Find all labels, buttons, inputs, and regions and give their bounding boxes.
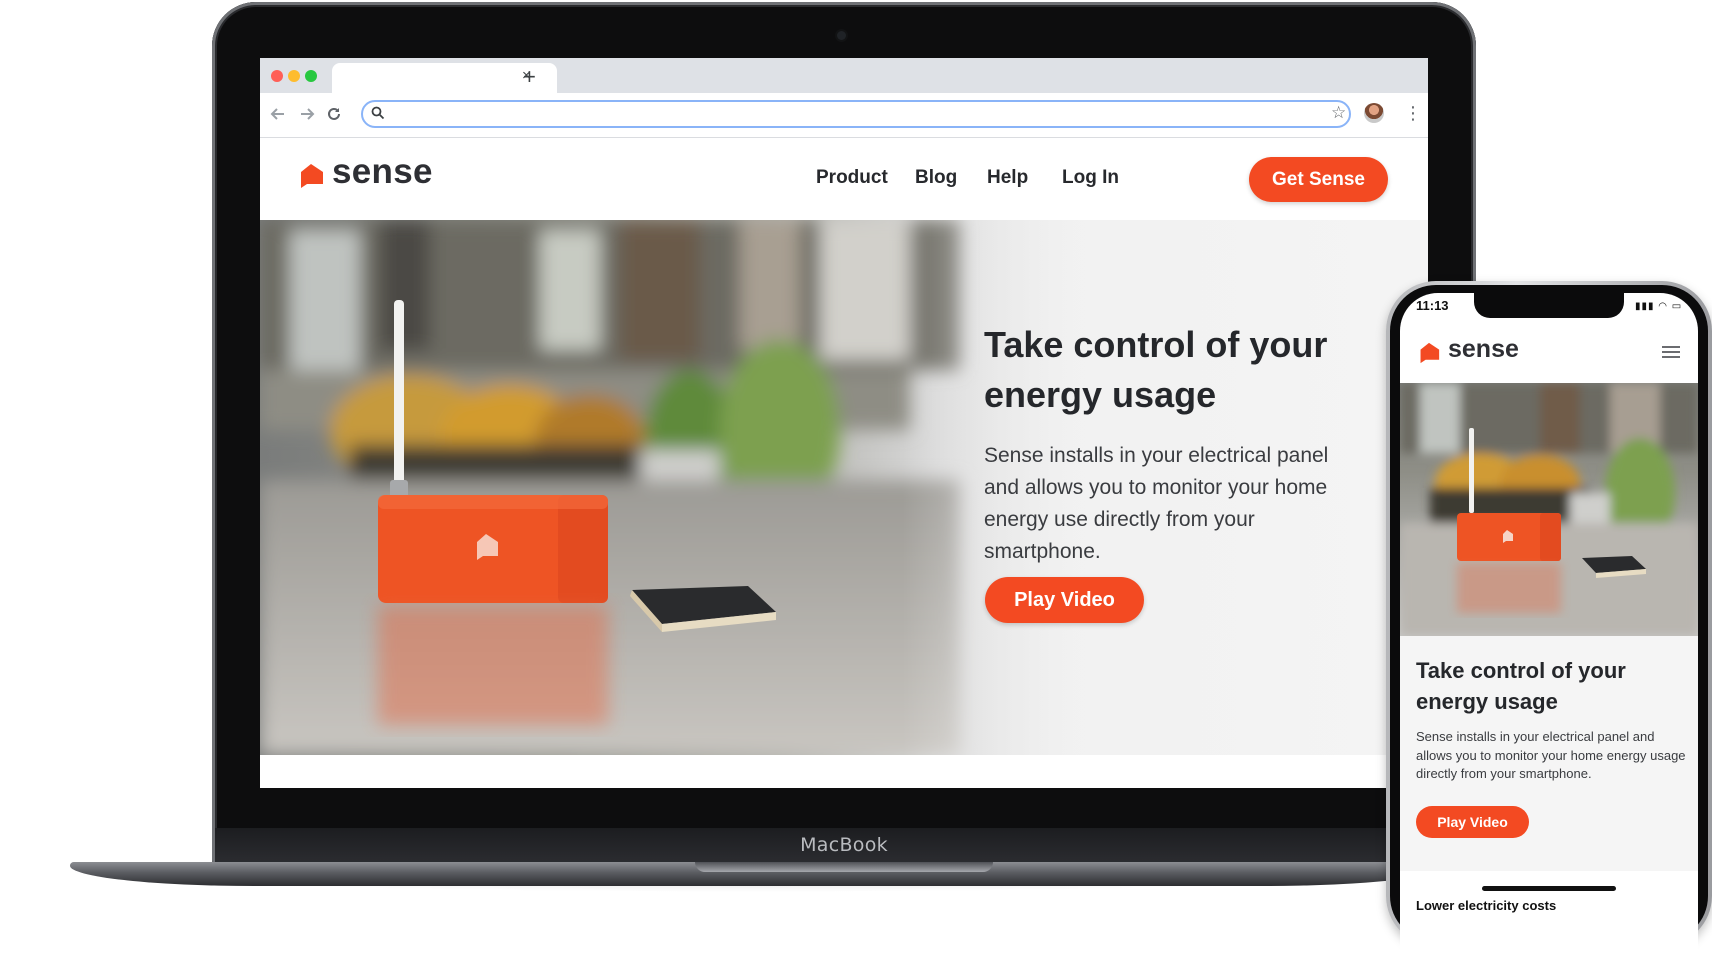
nav-help[interactable]: Help: [987, 167, 1028, 189]
nav-login[interactable]: Log In: [1062, 167, 1119, 189]
sense-logo-icon[interactable]: [1418, 342, 1440, 369]
address-bar[interactable]: ☆: [361, 100, 1351, 128]
phone-clock: 11:13: [1416, 298, 1449, 313]
phone-hero-content: Take control of your energy usage Sense …: [1400, 636, 1698, 871]
site-logo[interactable]: sense: [332, 152, 433, 192]
forward-icon[interactable]: [297, 104, 317, 124]
phone-play-video-button[interactable]: Play Video: [1416, 806, 1529, 838]
hero-title: Take control of your energy usage: [984, 324, 1328, 415]
hamburger-menu-icon[interactable]: [1662, 346, 1680, 358]
phone-hero-title: Take control of your energy usage: [1416, 658, 1626, 714]
home-indicator[interactable]: [1482, 886, 1616, 891]
profile-avatar[interactable]: [1364, 103, 1384, 123]
minimize-window-icon[interactable]: [288, 70, 300, 82]
sense-logo-icon[interactable]: [298, 163, 324, 194]
site-header: sense Product Blog Help Log In Get Sense: [260, 138, 1428, 219]
laptop-lid-notch: [695, 862, 993, 872]
phone-next-section: Lower electricity costs: [1400, 871, 1698, 931]
hero-subtitle: Sense installs in your electrical panel …: [984, 444, 1329, 563]
star-icon[interactable]: ☆: [1331, 103, 1346, 123]
hero-section: Take control of your energy usage Sense …: [260, 220, 1428, 755]
browser-toolbar: ☆ ⋮: [260, 93, 1428, 138]
more-icon[interactable]: ⋮: [1404, 102, 1422, 124]
nav-product[interactable]: Product: [816, 167, 888, 189]
back-icon[interactable]: [268, 104, 288, 124]
reload-icon[interactable]: [324, 104, 344, 124]
browser-window: × + ☆ ⋮ sense Product Blog Help Log In G…: [260, 58, 1428, 788]
laptop-camera: [837, 31, 846, 40]
phone-site-logo[interactable]: sense: [1448, 335, 1519, 364]
phone-hero-subtitle: Sense installs in your electrical panel …: [1416, 729, 1686, 781]
search-icon: [371, 106, 385, 125]
laptop-brand-label: MacBook: [800, 834, 888, 856]
tab-strip: × +: [260, 58, 1428, 93]
phone-status-icons: ▮▮▮ ◠ ▭: [1635, 301, 1683, 312]
close-window-icon[interactable]: [271, 70, 283, 82]
phone-hero-image: [1400, 383, 1698, 636]
next-section-heading: Lower electricity costs: [1416, 898, 1557, 913]
play-video-button[interactable]: Play Video: [985, 577, 1144, 623]
maximize-window-icon[interactable]: [305, 70, 317, 82]
phone-screen: 11:13 ▮▮▮ ◠ ▭ sense Take control of your…: [1400, 293, 1698, 953]
get-sense-button[interactable]: Get Sense: [1249, 157, 1388, 202]
new-tab-button[interactable]: +: [523, 65, 536, 89]
nav-blog[interactable]: Blog: [915, 167, 957, 189]
phone-notch: [1474, 293, 1624, 318]
